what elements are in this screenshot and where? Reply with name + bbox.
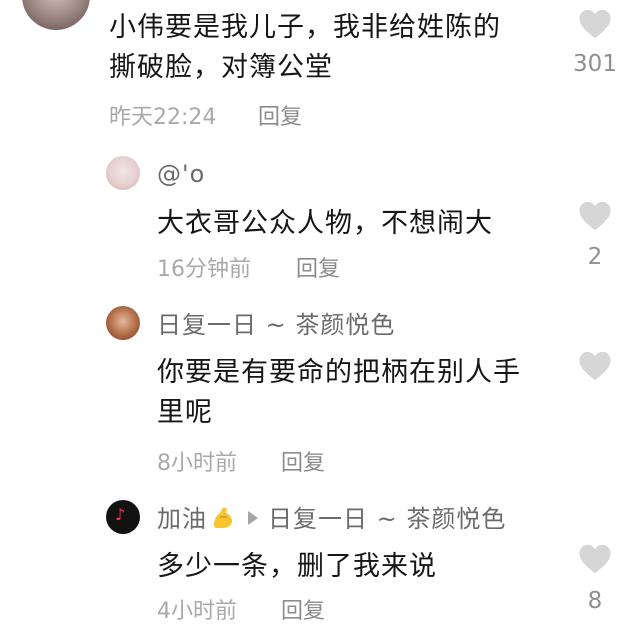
reply-text-line: 你要是有要命的把柄在别人手 bbox=[157, 357, 521, 388]
like-count: 2 bbox=[587, 244, 603, 270]
reply-button[interactable]: 回复 bbox=[296, 255, 340, 285]
like-heart-icon[interactable] bbox=[578, 8, 612, 40]
music-note-icon: ♪ bbox=[115, 505, 126, 524]
reply-timestamp: 16分钟前 bbox=[157, 257, 251, 282]
reply-header: 加油 日复一日 ~ 茶颜悦色 bbox=[157, 502, 506, 536]
like-heart-icon[interactable] bbox=[578, 543, 612, 575]
reply-text-line: 里呢 bbox=[157, 397, 213, 428]
like-count: 8 bbox=[587, 588, 603, 614]
replier-name[interactable]: @'o bbox=[157, 157, 205, 191]
replier-name[interactable]: 加油 bbox=[157, 505, 207, 533]
replier-avatar[interactable] bbox=[106, 156, 140, 190]
reply-text-line: 大衣哥公众人物，不想闹大 bbox=[157, 208, 493, 239]
comment-timestamp: 昨天22:24 bbox=[109, 105, 217, 130]
like-count: 301 bbox=[573, 51, 617, 77]
reply-arrow-icon bbox=[248, 511, 258, 525]
replier-name[interactable]: 日复一日 ~ 茶颜悦色 bbox=[157, 308, 395, 342]
replier-avatar[interactable]: ♪ bbox=[106, 500, 140, 534]
flexed-biceps-icon bbox=[214, 507, 232, 528]
reply-button[interactable]: 回复 bbox=[281, 597, 325, 627]
comment-text-line: 撕破脸，对簿公堂 bbox=[109, 52, 333, 83]
like-heart-icon[interactable] bbox=[578, 200, 612, 232]
like-heart-icon[interactable] bbox=[578, 350, 612, 382]
reply-timestamp: 8小时前 bbox=[157, 451, 237, 476]
commenter-avatar[interactable] bbox=[22, 0, 90, 30]
reply-target-name[interactable]: 日复一日 ~ 茶颜悦色 bbox=[268, 505, 506, 533]
reply-timestamp: 4小时前 bbox=[157, 599, 237, 624]
reply-button[interactable]: 回复 bbox=[281, 449, 325, 479]
reply-button[interactable]: 回复 bbox=[258, 103, 302, 133]
replier-avatar[interactable] bbox=[106, 306, 140, 340]
comment-text-line: 小伟要是我儿子，我非给姓陈的 bbox=[109, 12, 501, 43]
reply-text-line: 多少一条，删了我来说 bbox=[157, 551, 437, 582]
